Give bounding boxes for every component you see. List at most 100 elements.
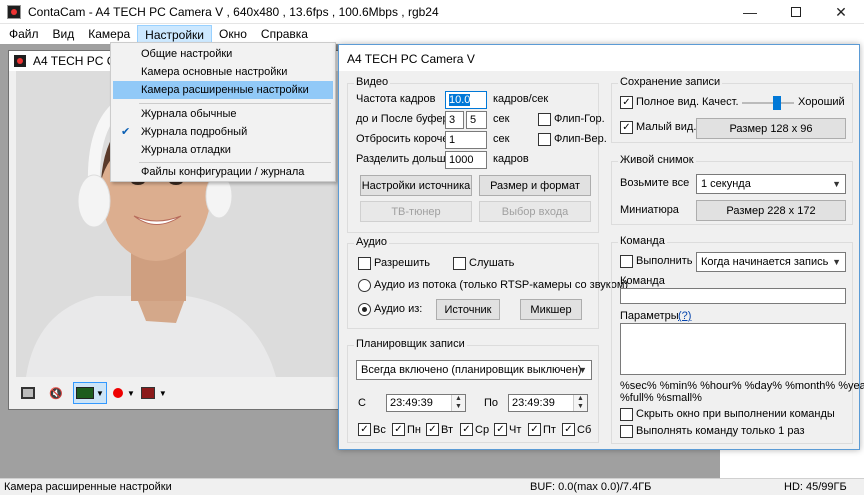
hide-window-checkbox[interactable]	[620, 408, 633, 421]
buffer-before-input[interactable]: 3	[445, 111, 464, 129]
snapshot-group-title: Живой снимок	[618, 154, 696, 166]
flip-h-label: Флип-Гор.	[554, 113, 605, 125]
spin-arrows-icon[interactable]: ▲ ▼	[573, 395, 587, 411]
audio-mixer-button[interactable]: Микшер	[520, 299, 582, 320]
day-monday-checkbox[interactable]: ✓	[392, 423, 405, 436]
minimize-button[interactable]: —	[727, 0, 773, 24]
size-format-button[interactable]: Размер и формат	[479, 175, 591, 196]
full-video-label: Полное вид.	[636, 96, 700, 108]
menu-camera[interactable]: Камера	[81, 25, 137, 43]
execute-command-checkbox[interactable]	[620, 255, 633, 268]
spin-arrows-icon[interactable]: ▲ ▼	[451, 395, 465, 411]
menu-item-log-debug[interactable]: Журнала отладки	[113, 141, 333, 159]
buffer-label: до и После буфер	[356, 113, 449, 125]
record-button[interactable]: ▼	[112, 382, 135, 404]
menu-window[interactable]: Окно	[212, 25, 254, 43]
day-tuesday-checkbox[interactable]: ✓	[426, 423, 439, 436]
video-group: Видео Частота кадров 10.0 кадров/сек до …	[347, 76, 607, 233]
split-unit: кадров	[493, 153, 529, 165]
from-time-input[interactable]: 23:49:39 ▲ ▼	[386, 394, 466, 412]
snapshot-icon	[21, 387, 35, 399]
to-time-input[interactable]: 23:49:39 ▲ ▼	[508, 394, 588, 412]
menu-item-log-verbose[interactable]: ✔ Журнала подробный	[113, 123, 333, 141]
discard-input[interactable]: 1	[445, 131, 487, 149]
day-sunday-checkbox[interactable]: ✓	[358, 423, 371, 436]
day-saturday-checkbox[interactable]: ✓	[562, 423, 575, 436]
snapshot-every-label: Возьмите все	[620, 177, 690, 189]
quality-value: Хороший	[798, 96, 845, 108]
audio-listen-checkbox[interactable]	[453, 257, 466, 270]
audio-source-button[interactable]: Источник	[436, 299, 500, 320]
input-select-button[interactable]: Выбор входа	[479, 201, 591, 222]
day-wednesday-label: Ср	[475, 424, 490, 436]
scheduler-mode-select[interactable]: Всегда включено (планировщик выключен) ▼	[356, 360, 592, 380]
day-wednesday-checkbox[interactable]: ✓	[460, 423, 473, 436]
dialog-title-bar[interactable]: A4 TECH PC Camera V	[339, 45, 859, 71]
snapshot-button[interactable]	[17, 382, 39, 404]
menu-view[interactable]: Вид	[46, 25, 82, 43]
menu-item-log-normal[interactable]: Журнала обычные	[113, 105, 333, 123]
close-button[interactable]: ✕	[818, 0, 864, 24]
source-settings-button[interactable]: Настройки источника	[360, 175, 472, 196]
tv-tuner-button[interactable]: ТВ-тюнер	[360, 201, 472, 222]
menu-item-config-log-files[interactable]: Файлы конфигурации / журнала	[113, 163, 333, 181]
menu-item-general-settings[interactable]: Общие настройки	[113, 45, 333, 63]
buffer-sec-unit: сек	[493, 113, 510, 125]
command-input[interactable]	[620, 288, 846, 304]
menu-item-log-verbose-label: Журнала подробный	[141, 126, 248, 138]
command-trigger-select[interactable]: Когда начинается запись ▼	[696, 252, 846, 272]
day-friday-label: Пт	[543, 424, 556, 436]
chevron-down-icon: ▼	[832, 257, 841, 267]
audio-from-stream-radio[interactable]	[358, 279, 371, 292]
audio-from-radio[interactable]	[358, 303, 371, 316]
grid-button[interactable]: ▼	[140, 382, 167, 404]
status-text: Камера расширенные настройки	[4, 481, 172, 493]
audio-listen-label: Слушать	[469, 257, 515, 269]
day-sunday-label: Вс	[373, 424, 386, 436]
thumbnail-size-button[interactable]: Размер 228 x 172	[696, 200, 846, 221]
mute-audio-button[interactable]: 🔇	[45, 382, 67, 404]
camera-window-icon	[14, 55, 26, 67]
contacam-app-icon	[7, 5, 21, 19]
dialog-title: A4 TECH PC Camera V	[347, 52, 475, 66]
full-video-checkbox[interactable]: ✓	[620, 96, 633, 109]
buffer-after-input[interactable]: 5	[466, 111, 487, 129]
discard-label: Отбросить короче	[356, 133, 449, 145]
camera-toolbar: 🔇 ▼ ▼ ▼	[9, 377, 339, 409]
quality-slider-thumb[interactable]	[773, 96, 781, 110]
hide-window-label: Скрыть окно при выполнении команды	[636, 408, 835, 420]
framerate-input[interactable]: 10.0	[445, 91, 487, 109]
menu-help[interactable]: Справка	[254, 25, 315, 43]
chevron-down-icon: ▼	[832, 179, 841, 189]
to-time-label: По	[484, 397, 499, 409]
run-once-checkbox[interactable]	[620, 425, 633, 438]
monitor-button[interactable]: ▼	[73, 382, 107, 404]
audio-group-title: Аудио	[354, 236, 390, 248]
maximize-icon	[791, 7, 801, 17]
day-thursday-checkbox[interactable]: ✓	[494, 423, 507, 436]
quality-slider[interactable]	[742, 96, 794, 110]
status-bar: Камера расширенные настройки BUF: 0.0(ma…	[0, 478, 864, 495]
snapshot-every-select[interactable]: 1 секунда ▼	[696, 174, 846, 194]
to-time-value: 23:49:39	[512, 397, 555, 409]
menu-settings[interactable]: Настройки	[137, 25, 213, 43]
maximize-button[interactable]	[773, 0, 819, 24]
small-size-button[interactable]: Размер 128 x 96	[696, 118, 846, 139]
discard-sec-unit: сек	[493, 133, 510, 145]
menu-item-camera-basic-settings[interactable]: Камера основные настройки	[113, 63, 333, 81]
day-friday-checkbox[interactable]: ✓	[528, 423, 541, 436]
params-textarea[interactable]	[620, 323, 846, 375]
params-help-link[interactable]: (?)	[678, 310, 691, 322]
menu-item-camera-advanced-settings[interactable]: Камера расширенные настройки	[113, 81, 333, 99]
audio-from-label: Аудио из:	[374, 303, 423, 315]
small-video-checkbox[interactable]: ✓	[620, 121, 633, 134]
command-group-title: Команда	[618, 235, 667, 247]
chevron-down-icon: ▼	[578, 365, 587, 375]
audio-enable-checkbox[interactable]	[358, 257, 371, 270]
grid-icon	[140, 387, 155, 399]
recording-group-title: Сохранение записи	[618, 76, 723, 88]
split-input[interactable]: 1000	[445, 151, 487, 169]
flip-v-checkbox[interactable]	[538, 133, 551, 146]
flip-h-checkbox[interactable]	[538, 113, 551, 126]
menu-file[interactable]: Файл	[2, 25, 46, 43]
